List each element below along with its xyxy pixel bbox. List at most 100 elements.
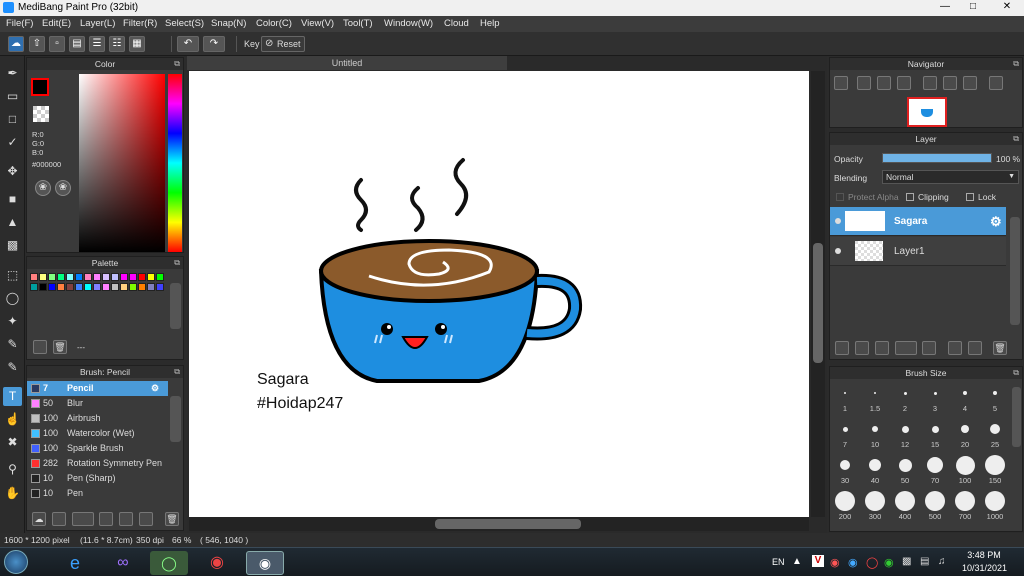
drawing-canvas[interactable]: Sagara #Hoidap247 bbox=[189, 71, 809, 517]
line-tool-icon[interactable]: ✓ bbox=[3, 133, 22, 152]
brush-size-dot[interactable] bbox=[869, 459, 881, 471]
new-8bit-layer-icon[interactable] bbox=[875, 341, 889, 355]
magic-wand-tool-icon[interactable]: ✦ bbox=[3, 312, 22, 331]
rotate-left-icon[interactable] bbox=[923, 76, 937, 90]
canvas-horizontal-scrollbar[interactable] bbox=[189, 517, 809, 531]
panel-popout-icon[interactable]: ⧉ bbox=[174, 58, 180, 70]
comment-icon[interactable]: ▫ bbox=[49, 36, 65, 52]
tray-coccoc-icon[interactable]: ◉ bbox=[884, 556, 894, 569]
palette-swatch[interactable] bbox=[147, 283, 155, 291]
coccoc-icon[interactable]: ◯ bbox=[150, 551, 188, 575]
palette-swatch[interactable] bbox=[120, 283, 128, 291]
menu-help[interactable]: Help bbox=[480, 18, 500, 29]
new-layer-icon[interactable] bbox=[835, 341, 849, 355]
undo-icon[interactable]: ↶ bbox=[177, 36, 199, 52]
brush-item-watercolor[interactable]: 100 Watercolor (Wet) bbox=[27, 426, 168, 441]
palette-swatch[interactable] bbox=[75, 283, 83, 291]
flip-icon[interactable] bbox=[989, 76, 1003, 90]
brush-item-rotation-symmetry[interactable]: 282 Rotation Symmetry Pen bbox=[27, 456, 168, 471]
palette-swatch[interactable] bbox=[156, 273, 164, 281]
brush-item-pen[interactable]: 10 Pen bbox=[27, 486, 168, 501]
tray-antivirus-icon[interactable]: ◉ bbox=[830, 556, 840, 569]
brush-item-pencil[interactable]: 7 Pencil ⚙ bbox=[27, 381, 168, 396]
language-indicator[interactable]: EN bbox=[772, 557, 785, 567]
minimize-button[interactable]: — bbox=[934, 0, 956, 14]
palette-swatch[interactable] bbox=[129, 283, 137, 291]
palette-swatch[interactable] bbox=[93, 283, 101, 291]
saturation-value-picker[interactable] bbox=[79, 74, 165, 252]
visibility-eye-icon[interactable] bbox=[835, 248, 841, 254]
redo-icon[interactable]: ↷ bbox=[203, 36, 225, 52]
cloud-icon[interactable]: ☁ bbox=[8, 36, 24, 52]
tray-v-icon[interactable]: V bbox=[812, 555, 824, 567]
brush-tool-icon[interactable]: ✒ bbox=[3, 64, 22, 83]
brush-folder-icon[interactable] bbox=[119, 512, 133, 526]
add-layer-menu-icon[interactable] bbox=[895, 341, 917, 355]
panel-popout-icon[interactable]: ⧉ bbox=[1013, 367, 1019, 379]
palette-swatch[interactable] bbox=[48, 273, 56, 281]
vertical-scroll-thumb[interactable] bbox=[813, 243, 823, 363]
brush-size-scrollbar[interactable] bbox=[1012, 387, 1021, 447]
palette-swatch[interactable] bbox=[111, 283, 119, 291]
brush-item-pen-sharp[interactable]: 10 Pen (Sharp) bbox=[27, 471, 168, 486]
panel-popout-icon[interactable]: ⧉ bbox=[174, 366, 180, 378]
transparent-color-swatch[interactable] bbox=[33, 106, 49, 122]
new-halftone-layer-icon[interactable] bbox=[855, 341, 869, 355]
visual-studio-icon[interactable]: ∞ bbox=[104, 551, 142, 575]
palette-swatch[interactable] bbox=[57, 283, 65, 291]
canvas-vertical-scrollbar[interactable] bbox=[811, 71, 825, 517]
palette-swatch[interactable] bbox=[156, 283, 164, 291]
shape-tool-icon[interactable]: □ bbox=[3, 110, 22, 129]
tray-opera-icon[interactable]: ◯ bbox=[866, 556, 878, 569]
brush-size-dot[interactable] bbox=[955, 455, 975, 475]
brush-size-dot[interactable] bbox=[895, 491, 915, 511]
visibility-eye-icon[interactable] bbox=[835, 218, 841, 224]
maximize-button[interactable]: □ bbox=[962, 0, 984, 14]
medibang-taskbar-icon[interactable]: ◉ bbox=[246, 551, 284, 575]
menu-window[interactable]: Window(W) bbox=[384, 18, 433, 29]
lasso-tool-icon[interactable]: ◯ bbox=[3, 289, 22, 308]
menu-file[interactable]: File(F) bbox=[6, 18, 33, 29]
zoom-out-icon[interactable] bbox=[897, 76, 911, 90]
layer-item-layer1[interactable]: Layer1 bbox=[830, 237, 1006, 266]
brush-size-dot[interactable] bbox=[865, 491, 885, 511]
eraser-tool-icon[interactable]: ▭ bbox=[3, 87, 22, 106]
delete-layer-icon[interactable]: 🗑 bbox=[993, 341, 1007, 355]
hand-tool-icon[interactable]: ✋ bbox=[3, 484, 22, 503]
brush-size-dot[interactable] bbox=[874, 392, 876, 394]
palette-swatch[interactable] bbox=[102, 273, 110, 281]
brush-size-dot[interactable] bbox=[844, 392, 846, 394]
canvas-tab[interactable]: Untitled bbox=[187, 56, 507, 70]
zoom-icon[interactable] bbox=[834, 76, 848, 90]
palette-swatch[interactable] bbox=[84, 273, 92, 281]
gradient-tool-icon[interactable]: ▩ bbox=[3, 236, 22, 255]
opacity-slider[interactable] bbox=[882, 153, 992, 163]
hue-slider[interactable] bbox=[168, 74, 182, 252]
network-icon[interactable]: ▤ bbox=[920, 556, 929, 567]
brush-size-dot[interactable] bbox=[898, 458, 912, 472]
menu-select[interactable]: Select(S) bbox=[165, 18, 204, 29]
color-settings-icon[interactable]: ❀ bbox=[55, 180, 71, 196]
chat-icon[interactable]: ▤ bbox=[69, 36, 85, 52]
reset-button[interactable]: ⊘ Reset bbox=[261, 36, 305, 52]
palette-scrollbar[interactable] bbox=[170, 283, 181, 329]
tray-monitor-icon[interactable]: ▩ bbox=[902, 556, 911, 567]
clipping-checkbox[interactable] bbox=[906, 193, 914, 201]
cloud-brush-icon[interactable]: ☁ bbox=[32, 512, 46, 526]
brush-size-dot[interactable] bbox=[925, 491, 945, 511]
menu-edit[interactable]: Edit(E) bbox=[42, 18, 71, 29]
horizontal-scroll-thumb[interactable] bbox=[435, 519, 581, 529]
menu-tool[interactable]: Tool(T) bbox=[343, 18, 373, 29]
brush-size-dot[interactable] bbox=[985, 455, 1005, 475]
brush-size-dot[interactable] bbox=[872, 426, 878, 432]
palette-swatch[interactable] bbox=[66, 273, 74, 281]
menu-color[interactable]: Color(C) bbox=[256, 18, 292, 29]
menu-layer[interactable]: Layer(L) bbox=[80, 18, 115, 29]
color-wheel-icon[interactable]: ❀ bbox=[35, 180, 51, 196]
chrome-icon[interactable]: ◉ bbox=[198, 551, 236, 575]
gear-icon[interactable]: ⚙ bbox=[990, 207, 1002, 236]
brush-size-dot[interactable] bbox=[955, 491, 975, 511]
add-brush-menu-icon[interactable] bbox=[72, 512, 94, 526]
palette-swatch[interactable] bbox=[48, 283, 56, 291]
brush-item-airbrush[interactable]: 100 Airbrush bbox=[27, 411, 168, 426]
